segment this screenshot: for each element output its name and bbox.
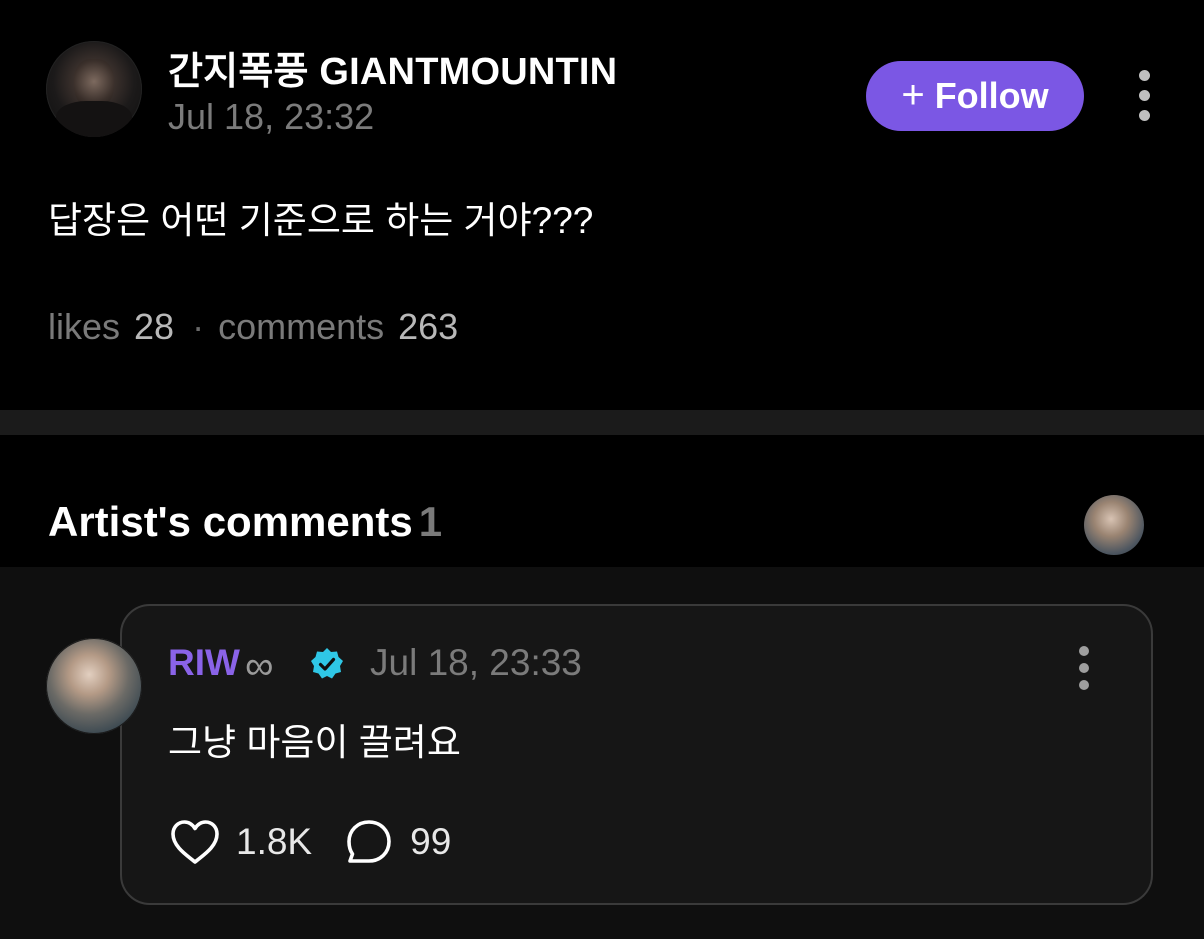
infinity-badge-icon: ∞ bbox=[245, 644, 274, 688]
post-header: 간지폭풍 GIANTMOUNTIN Jul 18, 23:32 + Follow bbox=[0, 0, 1204, 160]
artist-avatar-small[interactable] bbox=[1084, 495, 1144, 555]
stats-separator: · bbox=[192, 306, 205, 347]
author-avatar[interactable] bbox=[46, 41, 142, 137]
post-body-text: 답장은 어떤 기준으로 하는 거야??? bbox=[48, 200, 594, 241]
artist-comments-count: 1 bbox=[418, 498, 443, 545]
likes-count[interactable]: 28 bbox=[134, 306, 174, 348]
comments-count[interactable]: 263 bbox=[398, 306, 458, 348]
post-page: 간지폭풍 GIANTMOUNTIN Jul 18, 23:32 + Follow… bbox=[0, 0, 1204, 939]
comment-actions: 1.8K 99 bbox=[168, 814, 451, 870]
kebab-dot bbox=[1079, 646, 1089, 656]
post-timestamp: Jul 18, 23:32 bbox=[168, 96, 375, 137]
likes-label: likes bbox=[48, 306, 121, 347]
author-avatar-body bbox=[56, 101, 132, 137]
follow-button[interactable]: + Follow bbox=[866, 61, 1084, 131]
more-vertical-icon[interactable] bbox=[1137, 70, 1151, 121]
kebab-dot bbox=[1138, 110, 1150, 121]
author-name[interactable]: 간지폭풍 GIANTMOUNTIN bbox=[168, 40, 617, 95]
comment-timestamp: Jul 18, 23:33 bbox=[370, 642, 582, 683]
kebab-dot bbox=[1138, 70, 1150, 81]
follow-label: Follow bbox=[934, 75, 1049, 116]
artist-comments-label: Artist's comments bbox=[48, 498, 413, 545]
kebab-dot bbox=[1138, 90, 1150, 101]
post-stats: likes 28 · comments 263 bbox=[48, 306, 458, 348]
kebab-dot bbox=[1079, 663, 1089, 673]
artist-comments-title: Artist's comments 1 bbox=[48, 498, 442, 546]
comment-text: 그냥 마음이 끌려요 bbox=[168, 722, 461, 763]
commenter-avatar[interactable] bbox=[46, 638, 142, 734]
comments-label: comments bbox=[218, 306, 385, 347]
speech-bubble-icon[interactable] bbox=[344, 817, 394, 867]
commenter-name[interactable]: RIW bbox=[168, 642, 240, 684]
section-divider bbox=[0, 410, 1204, 435]
reply-count: 99 bbox=[410, 821, 452, 862]
plus-icon: + bbox=[901, 72, 925, 117]
kebab-dot bbox=[1079, 680, 1089, 690]
heart-icon[interactable] bbox=[168, 817, 222, 867]
verified-badge-icon bbox=[311, 648, 343, 679]
more-vertical-icon[interactable] bbox=[1077, 646, 1091, 690]
like-count: 1.8K bbox=[236, 821, 313, 862]
